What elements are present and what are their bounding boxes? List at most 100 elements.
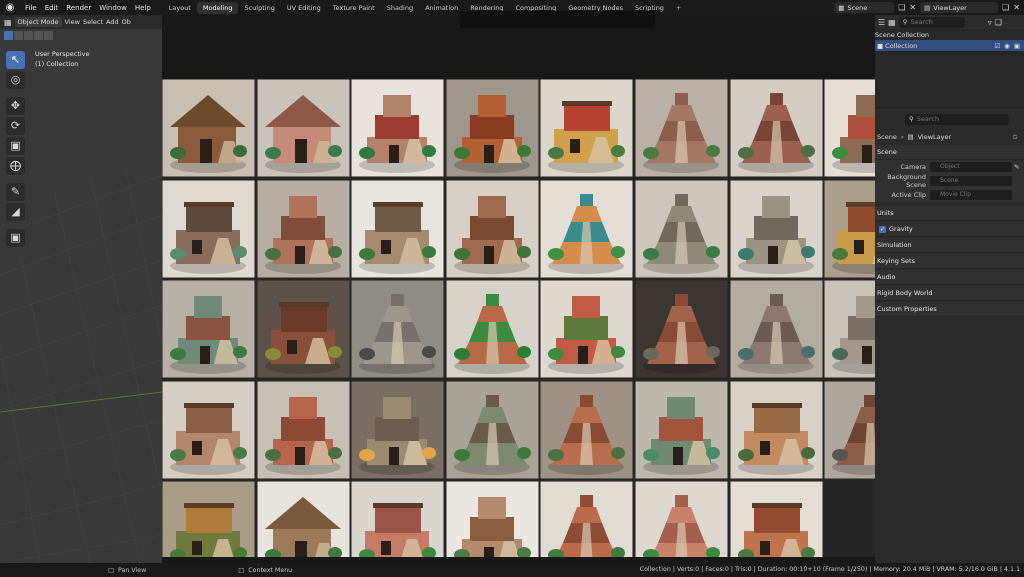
outliner-search-field[interactable]: ⚲ Search <box>898 16 965 28</box>
viewport-menu-view[interactable]: View <box>65 18 80 26</box>
blender-logo-icon[interactable]: ◉ <box>3 1 17 15</box>
add-cube-tool-icon[interactable]: ▣ <box>6 229 25 247</box>
gallery-thumbnail[interactable] <box>445 79 539 177</box>
gallery-thumbnail[interactable] <box>162 79 255 177</box>
menu-help[interactable]: Help <box>131 4 155 12</box>
filter-icon[interactable]: ▿ <box>988 18 992 27</box>
menu-render[interactable]: Render <box>62 4 95 12</box>
gallery-thumbnail[interactable] <box>162 179 255 278</box>
gallery-thumbnail[interactable] <box>256 79 350 177</box>
tab-modeling[interactable]: Modeling <box>196 1 239 14</box>
gallery-thumbnail[interactable] <box>540 380 634 479</box>
gallery-thumbnail[interactable] <box>256 481 350 557</box>
outliner-editor-icon[interactable]: ☰ <box>878 18 885 27</box>
select-subtract-icon[interactable] <box>24 31 33 40</box>
3d-viewport[interactable]: ▦ Object Mode View Select Add Ob User Pe… <box>0 15 162 563</box>
gallery-thumbnail[interactable] <box>635 280 728 379</box>
measure-tool-icon[interactable]: ◢ <box>6 203 25 221</box>
cursor-tool-icon[interactable]: ◎ <box>6 71 25 89</box>
camera-field[interactable]: Object <box>930 162 1012 172</box>
gallery-thumbnail[interactable] <box>256 179 350 278</box>
object-mode-dropdown[interactable]: Object Mode <box>14 17 62 27</box>
gallery-thumbnail[interactable] <box>824 179 875 278</box>
rotate-tool-icon[interactable]: ⟳ <box>6 117 25 135</box>
tab-animation[interactable]: Animation <box>419 2 464 14</box>
tab-texture-paint[interactable]: Texture Paint <box>327 2 381 14</box>
eyedropper-icon[interactable]: ✎ <box>1014 163 1019 171</box>
tab-sculpting[interactable]: Sculpting <box>238 2 280 14</box>
transform-tool-icon[interactable]: ⨁ <box>6 157 25 175</box>
scene-panel-title[interactable]: Scene <box>875 145 1024 160</box>
gallery-thumbnail[interactable] <box>729 280 823 379</box>
scene-selector[interactable]: ▦ Scene <box>834 2 895 13</box>
gallery-thumbnail[interactable] <box>256 380 350 479</box>
menu-file[interactable]: File <box>21 4 41 12</box>
keying-sets-panel[interactable]: Keying Sets <box>875 254 1024 269</box>
gallery-thumbnail[interactable] <box>824 380 875 479</box>
simulation-panel[interactable]: Simulation <box>875 238 1024 253</box>
gravity-panel[interactable]: ✓ Gravity <box>875 222 1024 237</box>
new-scene-icon[interactable]: ❏ <box>898 3 905 12</box>
gallery-thumbnail[interactable] <box>162 380 255 479</box>
display-mode-icon[interactable]: ▦ <box>888 18 896 27</box>
scale-tool-icon[interactable]: ▣ <box>6 137 25 155</box>
gallery-thumbnail[interactable] <box>635 380 728 479</box>
gallery-thumbnail[interactable] <box>162 481 255 557</box>
units-panel[interactable]: Units <box>875 206 1024 221</box>
visibility-eye-icon[interactable]: ◉ <box>1004 42 1010 50</box>
new-collection-icon[interactable]: ❏ <box>995 18 1002 27</box>
gallery-thumbnail[interactable] <box>445 380 539 479</box>
select-extend-icon[interactable] <box>14 31 23 40</box>
rigid-body-world-panel[interactable]: Rigid Body World <box>875 286 1024 301</box>
gallery-thumbnail[interactable] <box>635 481 728 557</box>
tab-shading[interactable]: Shading <box>381 2 419 14</box>
new-view-layer-icon[interactable]: ❏ <box>1002 3 1009 12</box>
menu-edit[interactable]: Edit <box>41 4 63 12</box>
gallery-thumbnail[interactable] <box>351 380 445 479</box>
gallery-thumbnail[interactable] <box>540 79 634 177</box>
gravity-checkbox[interactable]: ✓ <box>879 225 886 233</box>
gallery-thumbnail[interactable] <box>540 481 634 557</box>
gallery-thumbnail[interactable] <box>540 179 634 278</box>
gallery-thumbnail[interactable] <box>729 481 823 557</box>
editor-type-icon[interactable]: ▦ <box>4 18 12 27</box>
gallery-thumbnail[interactable] <box>824 280 875 379</box>
audio-panel[interactable]: Audio <box>875 270 1024 285</box>
add-workspace-button[interactable]: + <box>670 2 687 14</box>
gallery-thumbnail[interactable] <box>635 79 728 177</box>
delete-view-layer-icon[interactable]: ✕ <box>1013 3 1020 12</box>
gallery-thumbnail[interactable] <box>256 280 350 379</box>
delete-scene-icon[interactable]: ✕ <box>909 3 916 12</box>
tab-uv-editing[interactable]: UV Editing <box>281 2 327 14</box>
gallery-thumbnail[interactable] <box>635 179 728 278</box>
render-camera-icon[interactable]: ▣ <box>1014 42 1020 50</box>
custom-properties-panel[interactable]: Custom Properties <box>875 302 1024 317</box>
gallery-thumbnail[interactable] <box>445 481 539 557</box>
gallery-thumbnail[interactable] <box>824 79 875 177</box>
outliner-row-scene-collection[interactable]: Scene Collection <box>875 29 1024 40</box>
view-layer-selector[interactable]: ▤ ViewLayer <box>920 2 999 13</box>
gallery-thumbnail[interactable] <box>351 79 445 177</box>
gallery-thumbnail[interactable] <box>729 79 823 177</box>
gallery-thumbnail[interactable] <box>445 280 539 379</box>
tab-layout[interactable]: Layout <box>163 2 197 14</box>
gallery-thumbnail[interactable] <box>351 179 445 278</box>
viewport-menu-object[interactable]: Ob <box>122 18 131 26</box>
select-new-icon[interactable] <box>4 31 13 40</box>
exclude-checkbox-icon[interactable]: ☑ <box>994 42 1000 50</box>
gallery-thumbnail[interactable] <box>540 280 634 379</box>
gallery-thumbnail[interactable] <box>445 179 539 278</box>
gallery-thumbnail[interactable] <box>729 380 823 479</box>
select-intersect-icon[interactable] <box>44 31 53 40</box>
menu-window[interactable]: Window <box>95 4 131 12</box>
select-invert-icon[interactable] <box>34 31 43 40</box>
move-tool-icon[interactable]: ✥ <box>6 97 25 115</box>
gallery-thumbnail[interactable] <box>351 481 445 557</box>
outliner-row-collection[interactable]: ■ Collection ☑ ◉ ▣ <box>875 40 1024 51</box>
pin-icon[interactable]: ✩ <box>1013 133 1018 141</box>
properties-search-field[interactable]: ⚲ Search <box>905 113 1009 125</box>
background-scene-field[interactable]: Scene <box>930 176 1012 186</box>
select-box-tool-icon[interactable]: ↖ <box>6 51 25 69</box>
viewport-menu-select[interactable]: Select <box>83 18 103 26</box>
annotate-tool-icon[interactable]: ✎ <box>6 183 25 201</box>
